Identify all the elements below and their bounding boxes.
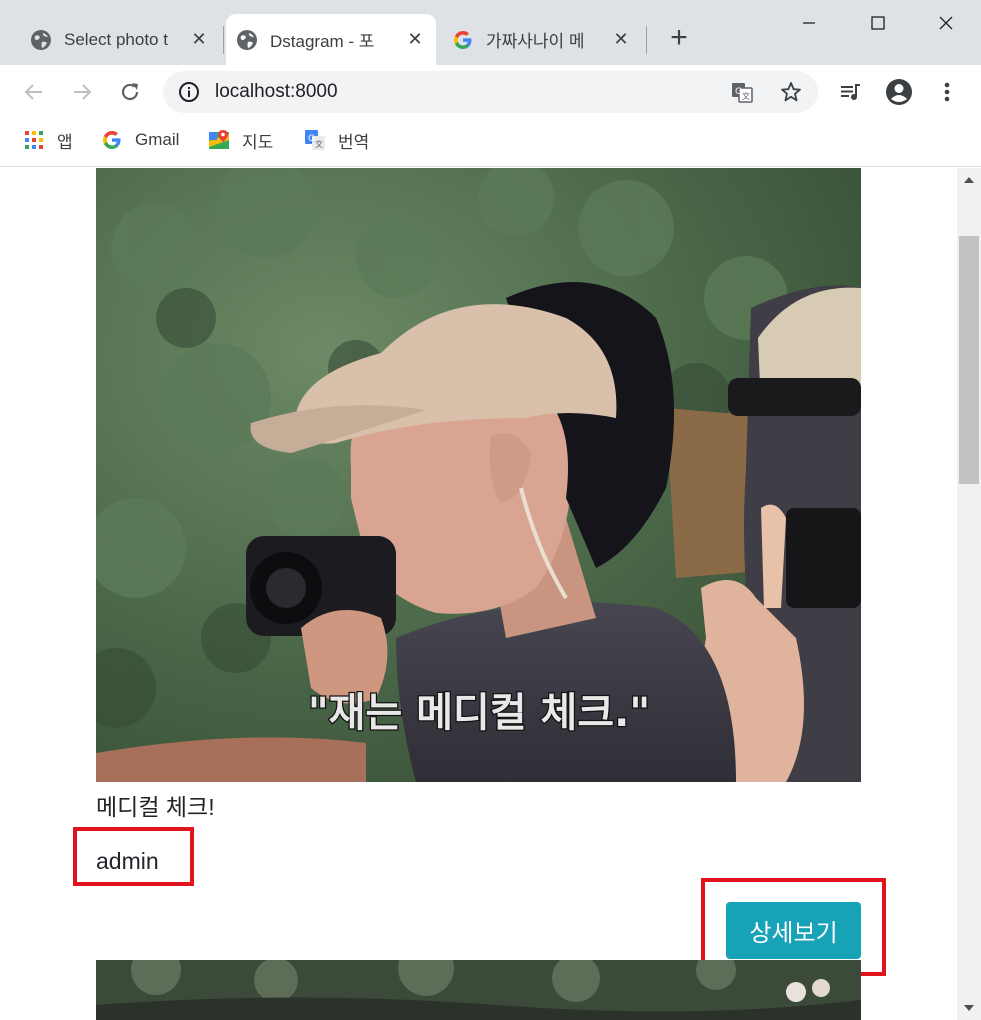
globe-icon	[236, 29, 258, 51]
globe-icon	[30, 29, 52, 51]
bookmark-gmail[interactable]: Gmail	[101, 127, 179, 153]
svg-text:文: 文	[742, 91, 750, 101]
playlist-icon	[841, 84, 860, 100]
google-translate-icon: G文	[304, 129, 326, 151]
maximize-button[interactable]	[845, 0, 911, 46]
tab-divider	[646, 26, 647, 54]
author-highlight-box	[73, 827, 194, 886]
next-post-photo[interactable]	[96, 960, 861, 1020]
back-button[interactable]	[17, 75, 51, 109]
star-icon[interactable]	[779, 80, 803, 104]
new-tab-button[interactable]: +	[664, 21, 694, 54]
account-icon	[886, 79, 912, 105]
tab-select-photo[interactable]: Select photo t ✕	[20, 14, 220, 65]
reload-icon	[121, 83, 139, 101]
google-g-icon	[452, 29, 474, 51]
close-tab-icon[interactable]: ✕	[188, 29, 210, 51]
address-bar[interactable]: localhost:8000 G文	[163, 71, 818, 113]
tab-fake-man[interactable]: 가짜사나이 메 ✕	[442, 14, 642, 65]
arrow-left-icon	[24, 84, 42, 100]
reload-button[interactable]	[113, 75, 147, 109]
bookmark-label: 지도	[242, 132, 274, 152]
forward-button[interactable]	[65, 75, 99, 109]
photo-subtitle: "재는 메디컬 체크."	[308, 690, 650, 736]
bookmark-label: 앱	[57, 132, 73, 152]
tab-strip: Select photo t ✕ Dstagram - 포 ✕ 가짜사나이 메 …	[0, 0, 981, 65]
browser-toolbar: localhost:8000 G文	[0, 65, 981, 119]
maximize-icon	[871, 16, 885, 30]
bookmark-apps[interactable]: 앱	[23, 127, 73, 153]
page-viewport: "재는 메디컬 체크." 메디컬 체크! admin 상세보기	[0, 168, 957, 1020]
bookmark-translate[interactable]: G文 번역	[304, 127, 369, 153]
more-vert-icon	[944, 82, 950, 102]
vertical-scrollbar[interactable]	[957, 168, 981, 1020]
menu-button[interactable]	[930, 75, 964, 109]
media-control-button[interactable]	[833, 75, 867, 109]
svg-text:文: 文	[315, 139, 323, 149]
minimize-button[interactable]	[776, 0, 842, 46]
close-tab-icon[interactable]: ✕	[404, 29, 426, 51]
minimize-icon	[803, 22, 815, 24]
scroll-down-arrow-icon[interactable]	[957, 996, 981, 1020]
info-icon[interactable]	[177, 80, 201, 104]
tab-title: Select photo t	[64, 29, 168, 49]
apps-grid-icon	[23, 129, 45, 151]
tab-dstagram[interactable]: Dstagram - 포 ✕	[226, 14, 436, 65]
svg-text:G: G	[308, 134, 315, 144]
google-maps-icon	[208, 129, 230, 151]
scrollbar-thumb[interactable]	[959, 236, 979, 484]
tab-title: 가짜사나이 메	[486, 32, 585, 51]
post-caption: 메디컬 체크!	[96, 794, 215, 820]
bookmark-maps[interactable]: 지도	[208, 127, 273, 153]
close-window-button[interactable]	[913, 0, 979, 46]
bookmark-label: Gmail	[135, 130, 180, 149]
post-photo[interactable]: "재는 메디컬 체크."	[96, 168, 861, 782]
scroll-up-arrow-icon[interactable]	[957, 168, 981, 192]
google-g-icon	[101, 129, 123, 151]
translate-page-icon[interactable]: G文	[730, 80, 754, 104]
arrow-right-icon	[74, 84, 92, 100]
close-icon	[939, 16, 953, 30]
svg-text:G: G	[735, 87, 742, 97]
tab-title: Dstagram - 포	[270, 32, 375, 51]
bookmark-label: 번역	[338, 132, 370, 152]
close-tab-icon[interactable]: ✕	[610, 29, 632, 51]
bookmarks-bar: 앱 Gmail 지도 G文 번역	[0, 119, 981, 167]
tab-divider	[223, 26, 224, 54]
url-text: localhost:8000	[215, 81, 338, 102]
plus-icon: +	[670, 21, 688, 54]
profile-button[interactable]	[882, 75, 916, 109]
